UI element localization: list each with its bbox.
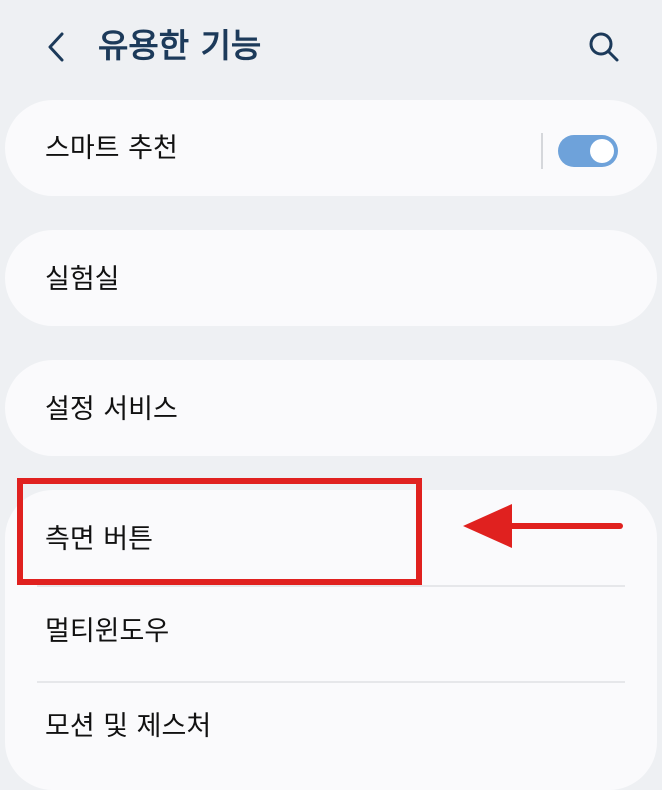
smart-suggestions-card: 스마트 추천 <box>5 100 657 196</box>
toggle-separator <box>541 133 543 169</box>
labs-card: 실험실 <box>5 230 657 326</box>
multi-window-label: 멀티윈도우 <box>45 616 170 647</box>
toggle-knob <box>590 139 614 163</box>
page-title: 유용한 기능 <box>98 26 262 65</box>
motions-gestures-row[interactable]: 모션 및 제스처 <box>5 683 657 773</box>
settings-services-card: 설정 서비스 <box>5 360 657 456</box>
settings-services-label: 설정 서비스 <box>45 394 178 425</box>
smart-suggestions-label: 스마트 추천 <box>45 133 178 164</box>
app-header: 유용한 기능 <box>0 0 662 95</box>
chevron-left-icon <box>48 32 64 62</box>
labs-row[interactable]: 실험실 <box>5 233 657 323</box>
search-button[interactable] <box>585 28 623 66</box>
labs-label: 실험실 <box>45 264 120 295</box>
back-button[interactable] <box>40 28 74 66</box>
motions-gestures-label: 모션 및 제스처 <box>45 711 212 742</box>
multi-window-row[interactable]: 멀티윈도우 <box>5 587 657 681</box>
settings-services-row[interactable]: 설정 서비스 <box>5 363 657 453</box>
smart-suggestions-row[interactable]: 스마트 추천 <box>5 103 657 193</box>
smart-suggestions-toggle[interactable] <box>558 135 618 167</box>
left-arrow-icon <box>463 504 623 548</box>
search-icon <box>589 32 619 62</box>
highlight-box <box>17 478 422 585</box>
